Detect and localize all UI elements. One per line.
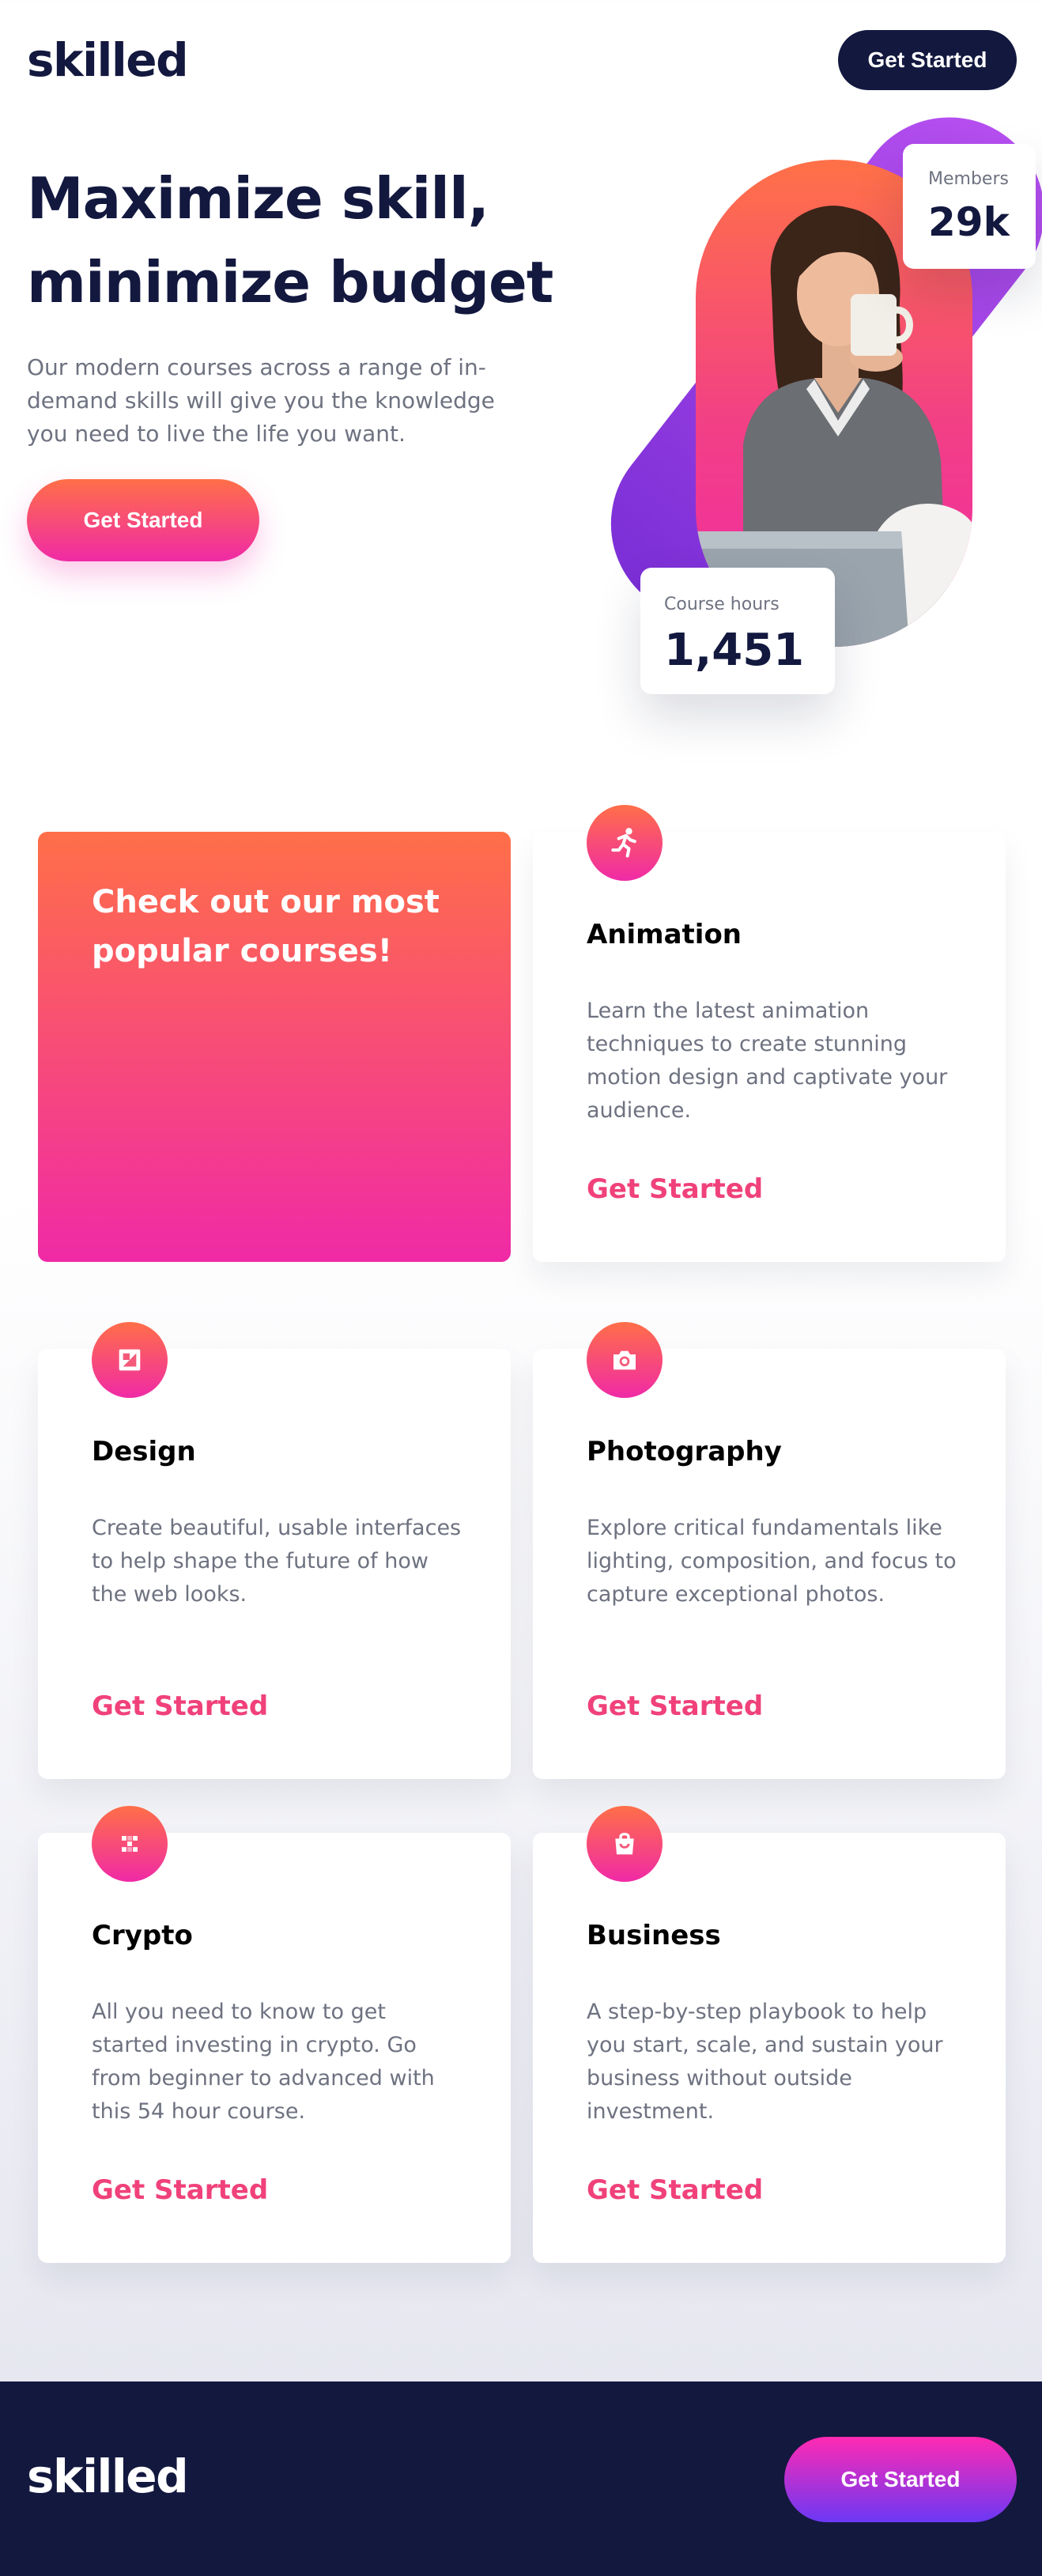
course-description: Create beautiful, usable interfaces to h…	[92, 1516, 462, 1607]
course-title: Crypto	[92, 1920, 193, 1951]
course-get-started-link[interactable]: Get Started	[92, 1690, 268, 1722]
design-icon	[92, 1322, 168, 1398]
course-card-animation: Animation Learn the latest animation tec…	[533, 805, 1006, 1262]
footer-get-started-button[interactable]: Get Started	[784, 2437, 1017, 2522]
course-description: All you need to know to get started inve…	[92, 2000, 435, 2124]
shopping-bag-icon	[587, 1806, 663, 1882]
course-hours-label: Course hours	[664, 595, 780, 614]
popular-courses-promo: Check out our most popular courses!	[38, 832, 511, 1262]
course-card-photography: Photography Explore critical fundamental…	[533, 1322, 1006, 1779]
course-get-started-link[interactable]: Get Started	[587, 1173, 763, 1205]
camera-icon	[587, 1322, 663, 1398]
course-title: Animation	[587, 919, 742, 950]
hero-get-started-button[interactable]: Get Started	[27, 479, 259, 561]
course-get-started-link[interactable]: Get Started	[587, 1690, 763, 1722]
members-stat-card: Members 29k	[903, 144, 1036, 269]
course-get-started-link[interactable]: Get Started	[92, 2174, 268, 2206]
course-title: Business	[587, 1920, 721, 1951]
course-hours-stat-card: Course hours 1,451	[640, 568, 835, 694]
course-title: Photography	[587, 1436, 782, 1467]
course-description: Explore critical fundamentals like light…	[587, 1516, 957, 1607]
footer-logo[interactable]: skilled	[27, 2448, 189, 2505]
hero-title: Maximize skill, minimize budget	[27, 165, 553, 315]
header-get-started-button[interactable]: Get Started	[838, 30, 1017, 90]
members-value: 29k	[928, 199, 1010, 245]
hero-subtitle: Our modern courses across a range of in-…	[27, 354, 495, 447]
course-description: A step-by-step playbook to help you star…	[587, 2000, 943, 2124]
footer: skilled Get Started	[0, 2381, 1042, 2576]
course-card-crypto: Crypto All you need to know to get start…	[38, 1806, 511, 2263]
course-card-business: Business A step-by-step playbook to help…	[533, 1806, 1006, 2263]
members-label: Members	[928, 169, 1009, 189]
course-card-design: Design Create beautiful, usable interfac…	[38, 1322, 511, 1779]
course-hours-value: 1,451	[664, 625, 805, 676]
course-description: Learn the latest animation techniques to…	[587, 999, 948, 1123]
course-title: Design	[92, 1436, 196, 1467]
site-logo[interactable]: skilled	[27, 32, 189, 89]
running-person-icon	[587, 805, 663, 881]
crypto-icon	[92, 1806, 168, 1882]
promo-title: Check out our most popular courses!	[92, 884, 440, 969]
course-get-started-link[interactable]: Get Started	[587, 2174, 763, 2206]
